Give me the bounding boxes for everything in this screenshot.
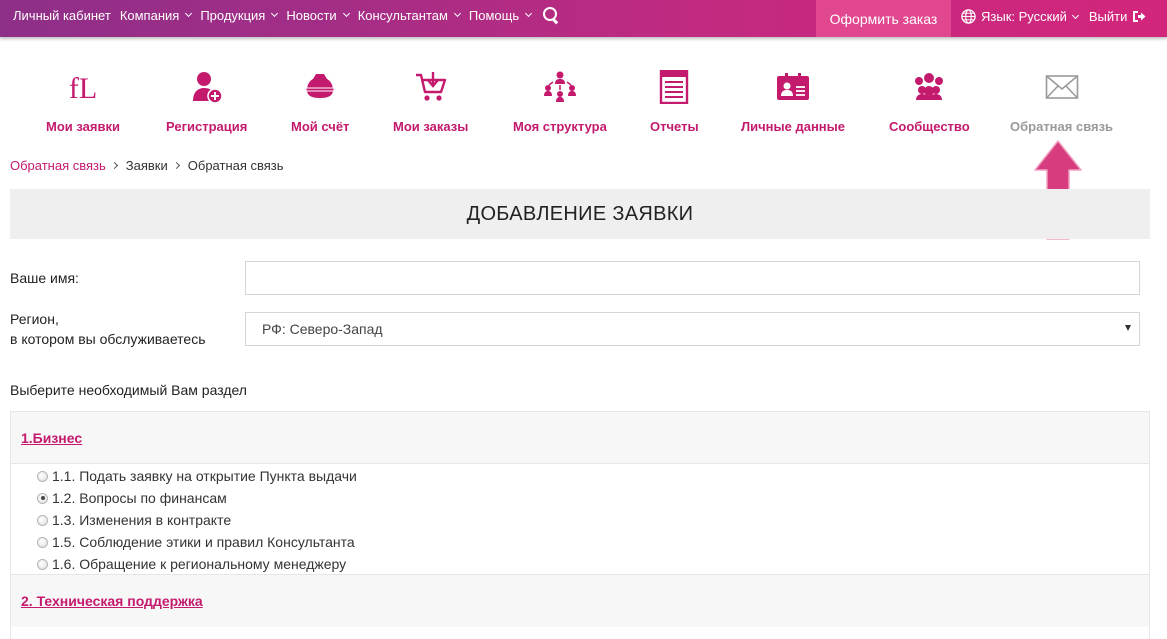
menu-my-account[interactable]: Мой счёт (291, 70, 349, 134)
radio-option-label: 1.3. Изменения в контракте (52, 512, 232, 528)
menu-label: Мои заказы (393, 119, 469, 134)
cabinet-menu: fL Мои заявки Регистрация Мой счёт Мои з… (0, 70, 1167, 140)
radio-option-label: 1.6. Обращение к региональному менеджеру (52, 556, 347, 572)
menu-personal-data[interactable]: Личные данные (741, 70, 845, 134)
menu-label: Мой счёт (291, 119, 350, 134)
language-label: Язык: Русский (981, 9, 1067, 24)
topnav-news[interactable]: Новости (286, 7, 350, 23)
name-label: Ваше имя: (10, 270, 79, 286)
topnav-label: Компания (119, 7, 180, 23)
community-icon (915, 73, 944, 100)
chevron-down-icon (1071, 11, 1079, 19)
chevron-down-icon (342, 9, 350, 18)
category-list: 1.Бизнес 1.1. Подать заявку на открытие … (10, 411, 1150, 639)
menu-label: Мои заявки (46, 119, 120, 134)
category-header: 1.Бизнес (11, 412, 1149, 464)
name-input[interactable] (245, 261, 1140, 295)
breadcrumb-item[interactable]: Обратная связь (10, 158, 106, 173)
chevron-down-icon (185, 9, 193, 18)
menu-my-structure[interactable]: Моя структура (513, 70, 607, 134)
section-prompt: Выберите необходимый Вам раздел (10, 382, 247, 398)
menu-label: Регистрация (166, 119, 248, 134)
category-header: 2. Техническая поддержка (11, 574, 1149, 627)
cart-icon (415, 72, 446, 101)
breadcrumb-item[interactable]: Заявки (126, 158, 168, 173)
radio-option-label: 1.5. Соблюдение этики и правил Консульта… (52, 534, 355, 550)
topnav-help[interactable]: Помощь (468, 7, 533, 23)
radio-option[interactable]: 1.3. Изменения в контракте (11, 509, 1149, 531)
region-label-line: Регион, (10, 311, 59, 327)
report-icon (660, 70, 689, 104)
chevron-down-icon (271, 9, 279, 18)
breadcrumb: Обратная связь Заявки Обратная связь (10, 158, 284, 173)
menu-label: Обратная связь (1010, 119, 1114, 134)
menu-label: Сообщество (889, 119, 970, 134)
region-label-line: в котором вы обслуживаетесь (10, 331, 206, 347)
topnav-label: Продукция (200, 7, 266, 23)
topnav-company[interactable]: Компания (119, 7, 193, 23)
radio-button[interactable] (37, 470, 48, 482)
language-selector[interactable]: Язык: Русский (961, 9, 1079, 24)
top-bar: Личный кабинет Компания Продукция Новост… (0, 0, 1167, 37)
page-header: ДОБАВЛЕНИЕ ЗАЯВКИ (10, 189, 1150, 239)
fl-logo-icon: fL (69, 72, 97, 104)
menu-registration[interactable]: Регистрация (166, 70, 247, 134)
topnav-products[interactable]: Продукция (200, 7, 279, 23)
topnav-label: Личный кабинет (13, 7, 111, 23)
radio-option-label: 1.2. Вопросы по финансам (52, 490, 227, 506)
radio-option[interactable]: 1.1. Подать заявку на открытие Пункта вы… (11, 465, 1149, 487)
topnav-personal-cabinet[interactable]: Личный кабинет (13, 8, 111, 23)
radio-button[interactable] (37, 514, 48, 526)
chevron-down-icon (525, 9, 533, 18)
chevron-right-icon (110, 161, 118, 170)
radio-option-label: 1.1. Подать заявку на открытие Пункта вы… (52, 468, 357, 484)
logout-label: Выйти (1088, 9, 1128, 24)
logout-button[interactable]: Выйти (1089, 9, 1147, 24)
order-button[interactable]: Оформить заказ (816, 0, 951, 37)
user-add-icon (192, 72, 223, 104)
top-nav: Личный кабинет Компания Продукция Новост… (13, 0, 560, 30)
category-link-business[interactable]: 1.Бизнес (21, 430, 82, 446)
globe-icon (961, 9, 976, 24)
menu-feedback[interactable]: Обратная связь (1010, 70, 1113, 134)
topnav-label: Консультантам (357, 7, 448, 23)
menu-label: Отчеты (650, 119, 699, 134)
radio-option[interactable]: 1.2. Вопросы по финансам (11, 487, 1149, 509)
svg-text:fL: fL (69, 72, 97, 104)
region-select[interactable]: РФ: Северо-Запад (245, 312, 1140, 346)
page-title: ДОБАВЛЕНИЕ ЗАЯВКИ (466, 202, 694, 225)
menu-my-requests[interactable]: fL Мои заявки (46, 70, 120, 134)
search-icon[interactable] (542, 6, 560, 24)
chevron-right-icon (172, 161, 180, 170)
menu-my-orders[interactable]: Мои заказы (393, 70, 468, 134)
user-nav: Язык: Русский Выйти (961, 0, 1146, 33)
chevron-down-icon (453, 9, 461, 18)
radio-option[interactable]: 1.6. Обращение к региональному менеджеру (11, 553, 1149, 575)
menu-label: Моя структура (513, 119, 607, 134)
region-select-value: РФ: Северо-Запад (262, 321, 383, 337)
radio-button-checked[interactable] (37, 492, 48, 504)
logout-icon (1133, 11, 1146, 22)
structure-icon (543, 71, 576, 102)
wallet-icon (305, 74, 335, 98)
envelope-icon (1045, 75, 1078, 99)
topnav-label: Новости (286, 7, 337, 23)
region-label: Регион, в котором вы обслуживаетесь (10, 309, 206, 349)
menu-community[interactable]: Сообщество (889, 70, 970, 134)
radio-button[interactable] (37, 536, 48, 548)
topnav-consultants[interactable]: Консультантам (357, 7, 461, 23)
id-card-icon (776, 73, 809, 100)
menu-label: Личные данные (741, 119, 845, 134)
category-options (11, 627, 1149, 639)
radio-button[interactable] (37, 558, 48, 570)
dropdown-caret-icon (1125, 325, 1131, 331)
radio-option[interactable]: 1.5. Соблюдение этики и правил Консульта… (11, 531, 1149, 553)
category-link-tech-support[interactable]: 2. Техническая поддержка (21, 593, 203, 609)
category-options: 1.1. Подать заявку на открытие Пункта вы… (11, 464, 1149, 574)
menu-reports[interactable]: Отчеты (650, 70, 699, 134)
breadcrumb-current: Обратная связь (187, 158, 284, 173)
order-button-label: Оформить заказ (829, 10, 938, 27)
topnav-label: Помощь (468, 7, 520, 23)
